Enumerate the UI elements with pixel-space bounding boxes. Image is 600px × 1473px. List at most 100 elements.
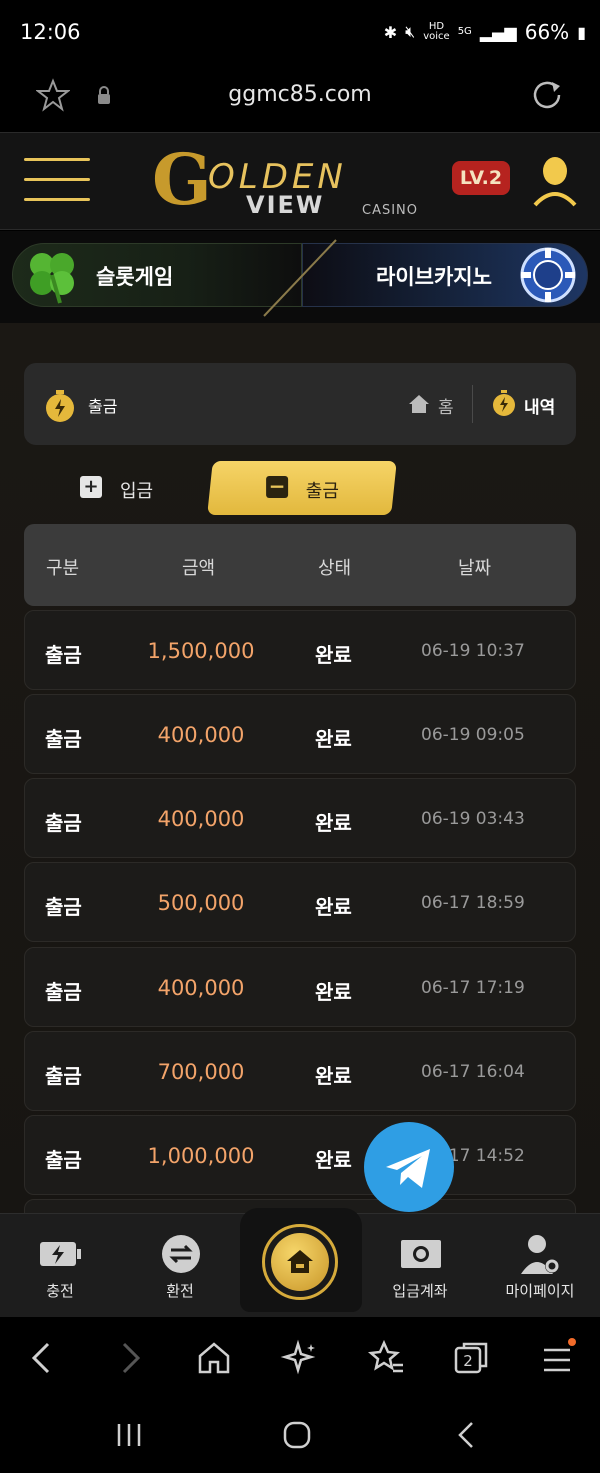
row-amount: 1,500,000 (147, 639, 255, 663)
hd-voice-icon: HD voice (423, 21, 450, 42)
row-status: 완료 (315, 895, 352, 919)
center-home-button[interactable] (262, 1224, 338, 1300)
deposit-withdraw-tabs: + 입금 − 출금 (24, 461, 576, 515)
tab-withdraw-label: 출금 (305, 481, 339, 502)
row-type: 출금 (45, 811, 82, 835)
nav-deposit-account[interactable]: 입금계좌 (360, 1214, 480, 1318)
sparkle-icon[interactable] (280, 1338, 320, 1378)
main-content: 출금 홈 내역 + 입금 − 출금 구분 금액 상태 날짜 출금 1,500,0… (0, 323, 600, 1279)
user-icon[interactable] (532, 155, 578, 207)
telegram-button[interactable] (364, 1122, 454, 1212)
table-row[interactable]: 출금 400,000 완료 06-17 17:19 (24, 947, 576, 1027)
row-type: 출금 (45, 1064, 82, 1088)
row-status: 완료 (315, 980, 352, 1004)
browser-home-icon[interactable] (194, 1338, 234, 1378)
plus-icon: + (80, 476, 102, 498)
tab-withdraw[interactable]: − 출금 (207, 461, 397, 515)
table-header: 구분 금액 상태 날짜 (24, 524, 576, 606)
tab-deposit-label: 입금 (120, 481, 154, 502)
row-date: 06-19 09:05 (421, 725, 525, 745)
table-row[interactable]: 출금 700,000 완료 06-17 16:04 (24, 1031, 576, 1111)
bluetooth-icon: ✱ (383, 22, 398, 42)
system-home-icon[interactable] (282, 1420, 312, 1450)
browser-url-bar: ggmc85.com (0, 62, 600, 130)
home-icon[interactable] (408, 393, 430, 415)
game-tab-divider (250, 236, 350, 320)
exchange-icon (160, 1234, 202, 1274)
table-row[interactable]: 출금 500,000 완료 06-17 18:59 (24, 862, 576, 942)
row-type: 출금 (45, 980, 82, 1004)
network-5g-icon: 5G (457, 26, 472, 37)
logo-g: G (152, 138, 212, 221)
logo-text-bottom: VIEW (246, 191, 325, 219)
tab-count: 2 (463, 1352, 473, 1370)
nav-charge-label: 충전 (46, 1282, 74, 1300)
row-date: 06-17 16:04 (421, 1062, 525, 1082)
nav-charge[interactable]: 충전 (0, 1214, 120, 1318)
nav-exchange-label: 환전 (166, 1282, 194, 1300)
table-row[interactable]: 출금 400,000 완료 06-19 09:05 (24, 694, 576, 774)
bookmarks-icon[interactable] (366, 1338, 406, 1378)
live-casino-label: 라이브카지노 (376, 265, 492, 289)
row-type: 출금 (45, 727, 82, 751)
row-amount: 400,000 (157, 976, 245, 1000)
reload-icon[interactable] (530, 78, 564, 112)
url-text[interactable]: ggmc85.com (0, 82, 600, 107)
user-settings-icon (520, 1234, 562, 1274)
home-link[interactable]: 홈 (438, 393, 454, 418)
row-date: 06-19 03:43 (421, 809, 525, 829)
row-type: 출금 (45, 643, 82, 667)
header-divider (472, 385, 473, 423)
site-bottom-nav: 충전 환전 입금계좌 마이페이지 (0, 1208, 600, 1318)
site-header: G OLDEN VIEW CASINO LV.2 (0, 132, 600, 230)
column-header-date: 날짜 (458, 558, 492, 579)
battery-icon: ▮ (577, 22, 586, 42)
row-amount: 1,000,000 (147, 1144, 255, 1168)
home-icon (271, 1233, 329, 1291)
stopwatch-icon (44, 389, 76, 423)
browser-menu-icon[interactable] (538, 1338, 578, 1378)
history-stopwatch-icon[interactable] (492, 389, 516, 417)
tabs-icon[interactable]: 2 (452, 1338, 492, 1378)
menu-icon[interactable] (24, 158, 90, 204)
forward-icon[interactable] (110, 1338, 150, 1378)
system-nav-bar (0, 1398, 600, 1473)
table-row[interactable]: 출금 400,000 완료 06-19 03:43 (24, 778, 576, 858)
system-back-icon[interactable] (452, 1420, 482, 1450)
minus-icon: − (266, 474, 289, 498)
nav-exchange[interactable]: 환전 (120, 1214, 240, 1318)
page-title: 출금 (88, 397, 118, 416)
row-date: 06-17 18:59 (421, 893, 525, 913)
row-status: 완료 (315, 811, 352, 835)
column-header-type: 구분 (46, 558, 80, 579)
history-link[interactable]: 내역 (524, 393, 555, 418)
row-amount: 400,000 (157, 723, 245, 747)
column-header-amount: 금액 (182, 558, 216, 579)
browser-toolbar: 2 (0, 1318, 600, 1398)
table-row[interactable]: 출금 1,000,000 완료 06-17 14:52 (24, 1115, 576, 1195)
row-amount: 700,000 (157, 1060, 245, 1084)
status-time: 12:06 (20, 20, 81, 44)
row-status: 완료 (315, 727, 352, 751)
golden-view-logo[interactable]: G OLDEN VIEW CASINO (150, 141, 450, 225)
row-status: 완료 (315, 1064, 352, 1088)
row-type: 출금 (45, 1148, 82, 1172)
column-header-status: 상태 (318, 558, 352, 579)
status-bar: 12:06 ✱ 🔇︎ HD voice 5G ▂▄▆ 66% ▮ (0, 0, 600, 62)
back-icon[interactable] (22, 1338, 62, 1378)
tab-deposit[interactable]: + 입금 (64, 461, 224, 515)
nav-mypage-label: 마이페이지 (505, 1282, 575, 1300)
nav-deposit-account-label: 입금계좌 (392, 1282, 448, 1300)
mute-icon: 🔇︎ (405, 22, 416, 41)
row-date: 06-17 17:19 (421, 978, 525, 998)
signal-icon: ▂▄▆ (479, 22, 517, 42)
recent-apps-icon[interactable] (114, 1420, 144, 1450)
row-amount: 400,000 (157, 807, 245, 831)
level-badge: LV.2 (452, 161, 510, 195)
nav-mypage[interactable]: 마이페이지 (480, 1214, 600, 1318)
page-header: 출금 홈 내역 (24, 363, 576, 445)
status-icons: ✱ 🔇︎ HD voice 5G ▂▄▆ 66% ▮ (384, 20, 586, 44)
table-row[interactable]: 출금 1,500,000 완료 06-19 10:37 (24, 610, 576, 690)
clover-icon (22, 245, 82, 305)
row-status: 완료 (315, 1148, 352, 1172)
